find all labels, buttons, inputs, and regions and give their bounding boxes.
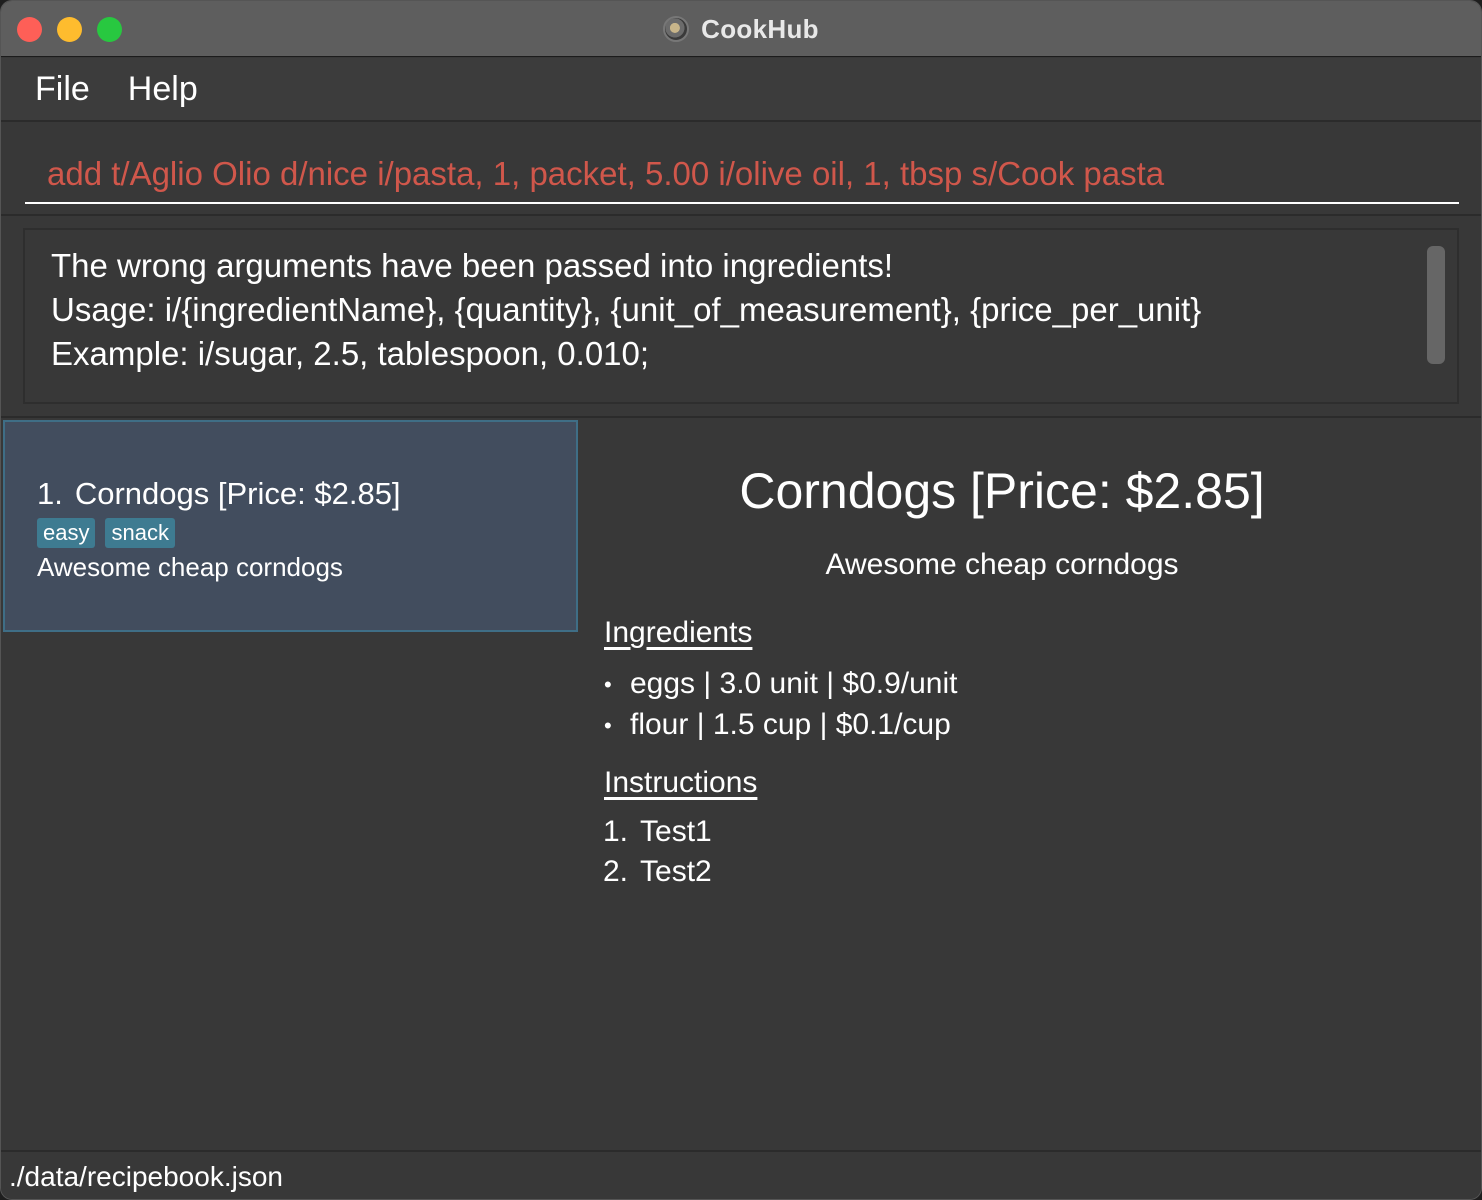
window-title: CookHub [701, 13, 819, 44]
ingredients-heading: Ingredients [604, 616, 753, 649]
instruction-number: 1. [603, 815, 629, 848]
ingredients-list: • eggs | 3.0 unit | $0.9/unit • flour | 1.… [604, 664, 957, 746]
recipe-card-name: Corndogs [Price: $2.85] [74, 476, 401, 511]
instruction-item: 1. Test1 [603, 812, 712, 852]
recipe-detail-title: Corndogs [Price: $2.85] [739, 463, 1265, 519]
recipe-card-title: 1. Corndogs [Price: $2.85] [37, 476, 544, 512]
ingredient-text: eggs | 3.0 unit | $0.9/unit [630, 667, 958, 700]
title-bar[interactable]: CookHub [1, 1, 1481, 57]
command-box-area [1, 124, 1481, 216]
ingredient-item: • flour | 1.5 cup | $0.1/cup [604, 705, 957, 746]
bullet-icon: • [604, 672, 612, 698]
result-scrollbar[interactable] [1427, 246, 1445, 364]
result-line: Usage: i/{ingredientName}, {quantity}, {… [51, 291, 1202, 328]
recipe-card-tags: easy snack [37, 518, 544, 548]
instruction-item: 2. Test2 [603, 852, 712, 892]
tag-badge: snack [105, 518, 175, 548]
instructions-list: 1. Test1 2. Test2 [603, 812, 712, 892]
result-line: Example: i/sugar, 2.5, tablespoon, 0.010… [51, 335, 650, 372]
instruction-text: Test2 [640, 855, 712, 888]
status-file-path: ./data/recipebook.json [9, 1160, 283, 1192]
result-display[interactable]: The wrong arguments have been passed int… [23, 228, 1459, 404]
tag-badge: easy [37, 518, 96, 548]
recipe-detail-panel: Corndogs [Price: $2.85] Awesome cheap co… [581, 420, 1481, 1150]
instruction-number: 2. [603, 855, 629, 888]
cookhub-app-icon [663, 16, 690, 42]
ingredient-item: • eggs | 3.0 unit | $0.9/unit [604, 664, 957, 705]
recipe-card-index: 1. [37, 476, 63, 511]
ingredient-text: flour | 1.5 cup | $0.1/cup [630, 708, 951, 742]
menu-file[interactable]: File [35, 70, 90, 109]
bullet-icon: • [604, 713, 612, 739]
instruction-text: Test1 [640, 815, 712, 848]
status-bar: ./data/recipebook.json [1, 1150, 1481, 1199]
recipe-list-panel: 1. Corndogs [Price: $2.85] easy snack Awe… [1, 420, 579, 1150]
result-display-area: The wrong arguments have been passed int… [1, 218, 1481, 418]
command-input[interactable] [25, 146, 1459, 204]
recipe-card-selected[interactable]: 1. Corndogs [Price: $2.85] easy snack Awe… [3, 420, 578, 632]
recipe-detail-description: Awesome cheap corndogs [825, 548, 1179, 581]
recipe-card-description: Awesome cheap corndogs [37, 552, 343, 582]
window-title-group: CookHub [1, 1, 1481, 57]
menu-bar: File Help [1, 58, 1481, 122]
menu-help[interactable]: Help [128, 70, 198, 109]
app-window: CookHub File Help The wrong arguments ha… [0, 0, 1482, 1200]
instructions-heading: Instructions [604, 766, 758, 799]
result-line: The wrong arguments have been passed int… [51, 247, 894, 284]
